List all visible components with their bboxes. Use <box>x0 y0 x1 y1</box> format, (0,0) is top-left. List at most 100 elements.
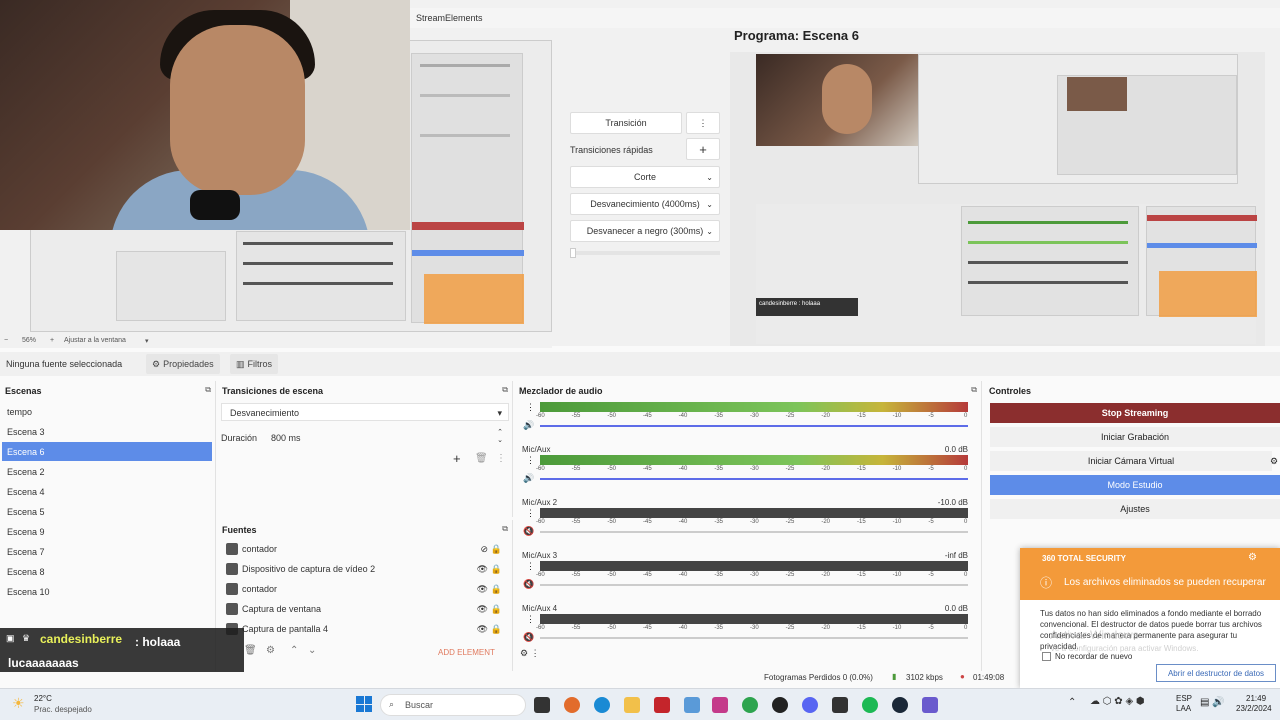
source-item[interactable]: Captura de ventana 👁 🔒 <box>222 599 510 619</box>
source-item[interactable]: Dispositivo de captura de vídeo 2 👁 🔒 <box>222 559 510 579</box>
channel-menu-icon[interactable]: ⋮ <box>526 455 535 466</box>
obs-icon[interactable] <box>772 697 788 713</box>
undock-icon[interactable]: ⧉ <box>502 524 508 534</box>
open-shredder-button[interactable]: Abrir el destructor de datos <box>1156 664 1276 682</box>
properties-button[interactable]: ⚙ Propiedades <box>146 354 220 374</box>
virtual-camera-button[interactable]: Iniciar Cámara Virtual <box>990 451 1272 471</box>
channel-menu-icon[interactable]: ⋮ <box>526 614 535 625</box>
volume-slider[interactable] <box>540 478 968 480</box>
transition-button[interactable]: Transición <box>570 112 682 134</box>
add-element-button[interactable]: ADD ELEMENT <box>438 648 495 657</box>
source-item[interactable]: Captura de pantalla 4 👁 🔒 <box>222 619 510 639</box>
taskbar-search[interactable]: ⌕ Buscar <box>380 694 526 716</box>
muted-speaker-icon[interactable]: 🔇 <box>523 579 534 590</box>
app-icon[interactable] <box>832 697 848 713</box>
zoom-plus-button[interactable]: + <box>50 337 54 344</box>
edge-icon[interactable] <box>594 697 610 713</box>
steam-icon[interactable] <box>892 697 908 713</box>
eye-icon[interactable]: 👁 <box>477 584 488 595</box>
language-sub[interactable]: LAA <box>1176 704 1191 713</box>
task-view-icon[interactable] <box>534 697 550 713</box>
eye-icon[interactable]: 👁 <box>477 624 488 635</box>
copilot-icon[interactable] <box>564 697 580 713</box>
clock-date[interactable]: 23/2/2024 <box>1236 704 1272 713</box>
channel-menu-icon[interactable]: ⋮ <box>526 402 535 413</box>
muted-speaker-icon[interactable]: 🔇 <box>523 526 534 537</box>
lock-icon[interactable]: 🔒 <box>491 584 502 595</box>
transition-select[interactable]: Desvanecimiento ▾ <box>221 403 509 421</box>
discord-icon[interactable] <box>802 697 818 713</box>
zoom-fit-label[interactable]: Ajustar a la ventana <box>64 337 126 344</box>
eye-icon[interactable]: 👁 <box>477 604 488 615</box>
scene-item[interactable]: Escena 9 <box>2 522 212 541</box>
transition-menu-button[interactable]: ⋮ <box>686 112 720 134</box>
scene-item[interactable]: Escena 5 <box>2 502 212 521</box>
scene-item[interactable]: Escena 3 <box>2 422 212 441</box>
app-icon[interactable] <box>684 697 700 713</box>
chevron-down-icon[interactable]: ▾ <box>145 337 149 345</box>
undock-icon[interactable]: ⧉ <box>205 385 211 395</box>
lock-icon[interactable]: 🔒 <box>491 564 502 575</box>
muted-speaker-icon[interactable]: 🔇 <box>523 632 534 643</box>
transition-slider[interactable] <box>570 248 720 258</box>
app-icon[interactable] <box>922 697 938 713</box>
volume-slider[interactable] <box>540 637 968 639</box>
scene-item[interactable]: Escena 8 <box>2 562 212 581</box>
trash-icon[interactable]: 🗑 <box>244 645 257 656</box>
add-quick-transition-button[interactable]: + <box>686 138 720 160</box>
file-explorer-icon[interactable] <box>624 697 640 713</box>
gear-icon[interactable]: ⚙ <box>1270 456 1278 467</box>
zoom-minus-button[interactable]: − <box>4 337 8 344</box>
speaker-icon[interactable]: 🔊 <box>523 473 534 484</box>
undock-icon[interactable]: ⧉ <box>502 385 508 395</box>
duration-input[interactable]: 800 ms ⌃ ⌄ <box>263 429 509 447</box>
quick-transition-0[interactable]: Corte ⌄ <box>570 166 720 188</box>
lock-icon[interactable]: 🔒 <box>491 544 502 555</box>
lock-icon[interactable]: 🔒 <box>491 624 502 635</box>
filters-button[interactable]: ▥ Filtros <box>230 354 279 374</box>
language[interactable]: ESP <box>1176 694 1192 703</box>
move-down-icon[interactable]: ⌄ <box>308 645 316 656</box>
lock-icon[interactable]: 🔒 <box>491 604 502 615</box>
volume-slider[interactable] <box>540 531 968 533</box>
scene-item[interactable]: Escena 2 <box>2 462 212 481</box>
speaker-icon[interactable]: 🔊 <box>523 420 534 431</box>
network-icon[interactable]: ▤ 🔊 <box>1200 697 1225 708</box>
quick-transition-2[interactable]: Desvanecer a negro (300ms) ⌄ <box>570 220 720 242</box>
gear-icon[interactable]: ⚙ <box>1248 552 1257 563</box>
add-transition-button[interactable]: + <box>453 451 461 466</box>
move-up-icon[interactable]: ⌃ <box>290 645 298 656</box>
settings-button[interactable]: Ajustes <box>990 499 1280 519</box>
quick-transition-1[interactable]: Desvanecimiento (4000ms) ⌄ <box>570 193 720 215</box>
scene-item[interactable]: tempo <box>2 402 212 421</box>
more-icon[interactable]: ⋮ <box>496 453 506 464</box>
mixer-settings-icon[interactable]: ⚙ ⋮ <box>520 648 540 659</box>
scene-item[interactable]: Escena 6 <box>2 442 212 461</box>
popup-checkbox[interactable]: No recordar de nuevo <box>1042 652 1132 661</box>
source-item[interactable]: contador 👁 🔒 <box>222 579 510 599</box>
channel-menu-icon[interactable]: ⋮ <box>526 561 535 572</box>
spotify-icon[interactable] <box>862 697 878 713</box>
scene-item[interactable]: Escena 10 <box>2 582 212 601</box>
scene-item[interactable]: Escena 4 <box>2 482 212 501</box>
instagram-icon[interactable] <box>712 697 728 713</box>
tray-chevron-icon[interactable]: ⌃ <box>1068 697 1076 708</box>
scene-item[interactable]: Escena 7 <box>2 542 212 561</box>
clock-time[interactable]: 21:49 <box>1246 694 1266 703</box>
start-recording-button[interactable]: Iniciar Grabación <box>990 427 1280 447</box>
trash-icon[interactable]: 🗑 <box>475 453 488 464</box>
eye-off-icon[interactable]: ⊘ <box>480 544 488 555</box>
source-item[interactable]: contador ⊘ 🔒 <box>222 539 510 559</box>
windows-start-icon[interactable] <box>356 696 372 712</box>
channel-menu-icon[interactable]: ⋮ <box>526 508 535 519</box>
tray-icons[interactable]: ☁ ⬡ ✿ ◈ ⬢ <box>1090 696 1145 707</box>
undock-icon[interactable]: ⧉ <box>971 385 977 395</box>
chrome-icon[interactable] <box>742 697 758 713</box>
gear-icon[interactable]: ⚙ <box>266 645 275 656</box>
volume-slider[interactable] <box>540 584 968 586</box>
studio-mode-button[interactable]: Modo Estudio <box>990 475 1280 495</box>
stop-streaming-button[interactable]: Stop Streaming <box>990 403 1280 423</box>
eye-icon[interactable]: 👁 <box>477 564 488 575</box>
volume-slider[interactable] <box>540 425 968 427</box>
wps-icon[interactable] <box>654 697 670 713</box>
